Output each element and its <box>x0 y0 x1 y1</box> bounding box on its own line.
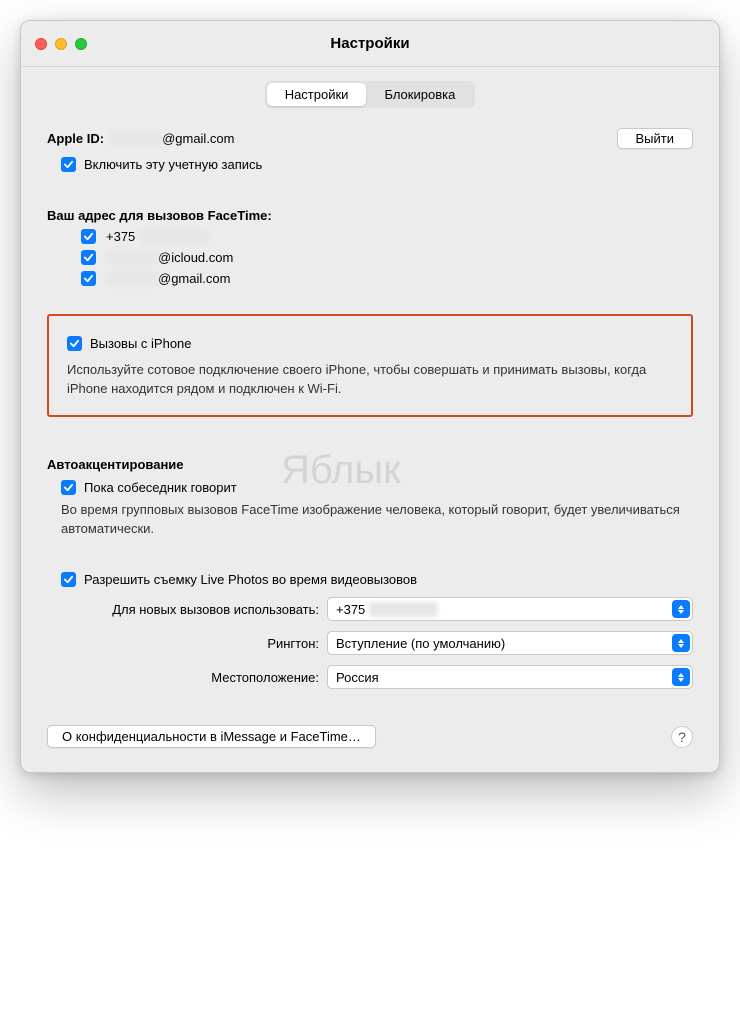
enable-account-row: Включить эту учетную запись <box>61 157 693 172</box>
location-label: Местоположение: <box>47 670 327 685</box>
checkmark-icon <box>63 159 74 170</box>
new-calls-label: Для новых вызовов использовать: <box>47 602 327 617</box>
checkmark-icon <box>63 482 74 493</box>
address-checkbox[interactable] <box>81 271 96 286</box>
checkmark-icon <box>83 252 94 263</box>
address-value: xxxxxxxx@gmail.com <box>106 271 230 286</box>
list-item: xxxxxxxx@gmail.com <box>81 271 693 286</box>
redacted-text: xx xxx xx xx <box>139 229 208 244</box>
list-item: +375 xx xxx xx xx <box>81 229 693 244</box>
ringtone-label: Рингтон: <box>47 636 327 651</box>
window-title: Настройки <box>330 35 409 52</box>
autofocus-header: Автоакцентирование <box>47 457 693 472</box>
apple-id-row: Apple ID: xxxxxxxx@gmail.com Выйти <box>47 128 693 149</box>
window-controls <box>35 38 87 50</box>
iphone-calls-label: Вызовы с iPhone <box>90 336 192 351</box>
redacted-text: xxxxxxxx <box>106 271 158 286</box>
ringtone-row: Рингтон: Вступление (по умолчанию) <box>47 631 693 655</box>
content: Apple ID: xxxxxxxx@gmail.com Выйти Включ… <box>21 128 719 772</box>
enable-account-checkbox[interactable] <box>61 157 76 172</box>
autofocus-checkbox[interactable] <box>61 480 76 495</box>
preferences-window: Настройки Настройки Блокировка Apple ID:… <box>20 20 720 773</box>
redacted-text: xx xxx xx xx <box>369 602 438 617</box>
address-checkbox[interactable] <box>81 250 96 265</box>
list-item: xxxxxxxx@icloud.com <box>81 250 693 265</box>
address-checkbox[interactable] <box>81 229 96 244</box>
location-select[interactable]: Россия <box>327 665 693 689</box>
minimize-icon[interactable] <box>55 38 67 50</box>
apple-id-value: xxxxxxxx@gmail.com <box>110 131 234 146</box>
titlebar: Настройки <box>21 21 719 67</box>
ringtone-value: Вступление (по умолчанию) <box>336 636 505 651</box>
addresses-list: +375 xx xxx xx xx xxxxxxxx@icloud.com xx… <box>81 229 693 286</box>
ringtone-select[interactable]: Вступление (по умолчанию) <box>327 631 693 655</box>
new-calls-select[interactable]: +375 xx xxx xx xx <box>327 597 693 621</box>
checkmark-icon <box>69 338 80 349</box>
autofocus-desc: Во время групповых вызовов FaceTime изоб… <box>61 501 693 539</box>
address-value: +375 xx xxx xx xx <box>106 229 208 244</box>
iphone-calls-checkbox[interactable] <box>67 336 82 351</box>
tab-settings[interactable]: Настройки <box>267 83 367 106</box>
footer-row: О конфиденциальности в iMessage и FaceTi… <box>47 725 693 748</box>
zoom-icon[interactable] <box>75 38 87 50</box>
redacted-text: xxxxxxxx <box>106 250 158 265</box>
enable-account-label: Включить эту учетную запись <box>84 157 262 172</box>
apple-id-label: Apple ID: <box>47 131 104 146</box>
iphone-calls-row: Вызовы с iPhone <box>67 336 673 351</box>
checkmark-icon <box>63 574 74 585</box>
new-calls-row: Для новых вызовов использовать: +375 xx … <box>47 597 693 621</box>
chevron-updown-icon <box>672 634 690 652</box>
chevron-updown-icon <box>672 600 690 618</box>
addresses-header: Ваш адрес для вызовов FaceTime: <box>47 208 687 223</box>
location-row: Местоположение: Россия <box>47 665 693 689</box>
autofocus-label: Пока собеседник говорит <box>84 480 237 495</box>
location-value: Россия <box>336 670 379 685</box>
privacy-button[interactable]: О конфиденциальности в iMessage и FaceTi… <box>47 725 376 748</box>
checkmark-icon <box>83 231 94 242</box>
chevron-updown-icon <box>672 668 690 686</box>
tabs-row: Настройки Блокировка <box>21 67 719 122</box>
signout-button[interactable]: Выйти <box>617 128 694 149</box>
tab-block[interactable]: Блокировка <box>366 83 473 106</box>
live-photos-checkbox[interactable] <box>61 572 76 587</box>
segmented-control: Настройки Блокировка <box>265 81 476 108</box>
redacted-text: xxxxxxxx <box>110 131 162 146</box>
autofocus-row: Пока собеседник говорит <box>61 480 693 495</box>
close-icon[interactable] <box>35 38 47 50</box>
help-button[interactable]: ? <box>671 726 693 748</box>
live-photos-row: Разрешить съемку Live Photos во время ви… <box>61 572 693 587</box>
checkmark-icon <box>83 273 94 284</box>
iphone-calls-section: Вызовы с iPhone Используйте сотовое подк… <box>47 314 693 417</box>
live-photos-label: Разрешить съемку Live Photos во время ви… <box>84 572 417 587</box>
address-value: xxxxxxxx@icloud.com <box>106 250 233 265</box>
iphone-calls-desc: Используйте сотовое подключение своего i… <box>67 361 673 399</box>
